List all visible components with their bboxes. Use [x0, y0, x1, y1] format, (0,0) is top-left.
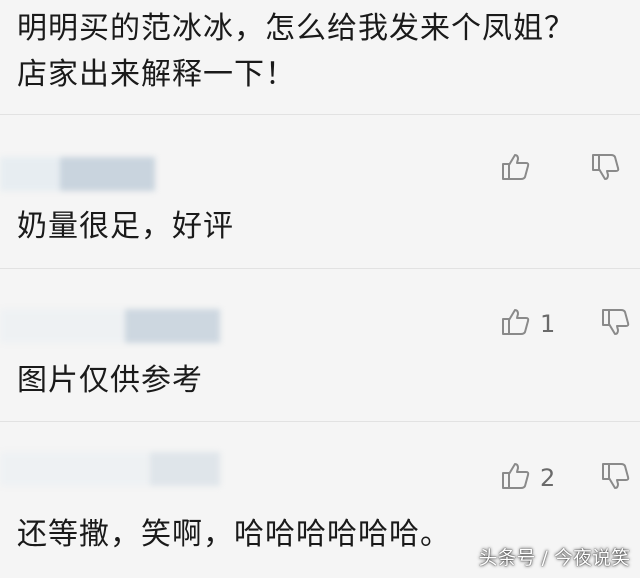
- like-button[interactable]: [500, 151, 540, 187]
- thumbs-down-icon: [600, 460, 632, 496]
- thumbs-up-icon: [500, 151, 532, 187]
- dislike-button[interactable]: [600, 460, 632, 496]
- like-count: 1: [540, 310, 556, 338]
- comment-item: 1 图片仅供参考: [0, 269, 640, 421]
- thumbs-up-icon: [500, 306, 532, 342]
- thumbs-down-icon: [600, 306, 632, 342]
- username-blurred[interactable]: [0, 452, 220, 486]
- like-button[interactable]: 1: [500, 306, 555, 342]
- dislike-button[interactable]: [600, 306, 632, 342]
- thumbs-down-icon: [590, 151, 622, 187]
- comment-text: 图片仅供参考: [17, 363, 203, 398]
- username-blurred[interactable]: [0, 309, 220, 343]
- thumbs-up-icon: [500, 460, 532, 496]
- like-button[interactable]: 2: [500, 460, 555, 496]
- like-count: 2: [540, 464, 556, 492]
- comment-text: 奶量很足，好评: [17, 209, 234, 244]
- comment-item: 明明买的范冰冰，怎么给我发来个凤姐？ 店家出来解释一下！: [0, 0, 640, 114]
- comment-text-line-1: 明明买的范冰冰，怎么给我发来个凤姐？: [17, 11, 575, 46]
- comment-item: 奶量很足，好评: [0, 115, 640, 268]
- dislike-button[interactable]: [590, 151, 622, 187]
- comment-text: 还等撒，笑啊，哈哈哈哈哈哈。: [17, 517, 451, 552]
- username-blurred[interactable]: [0, 157, 155, 191]
- comment-text-line-2: 店家出来解释一下！: [17, 57, 296, 92]
- watermark: 头条号 / 今夜说笑: [478, 547, 630, 569]
